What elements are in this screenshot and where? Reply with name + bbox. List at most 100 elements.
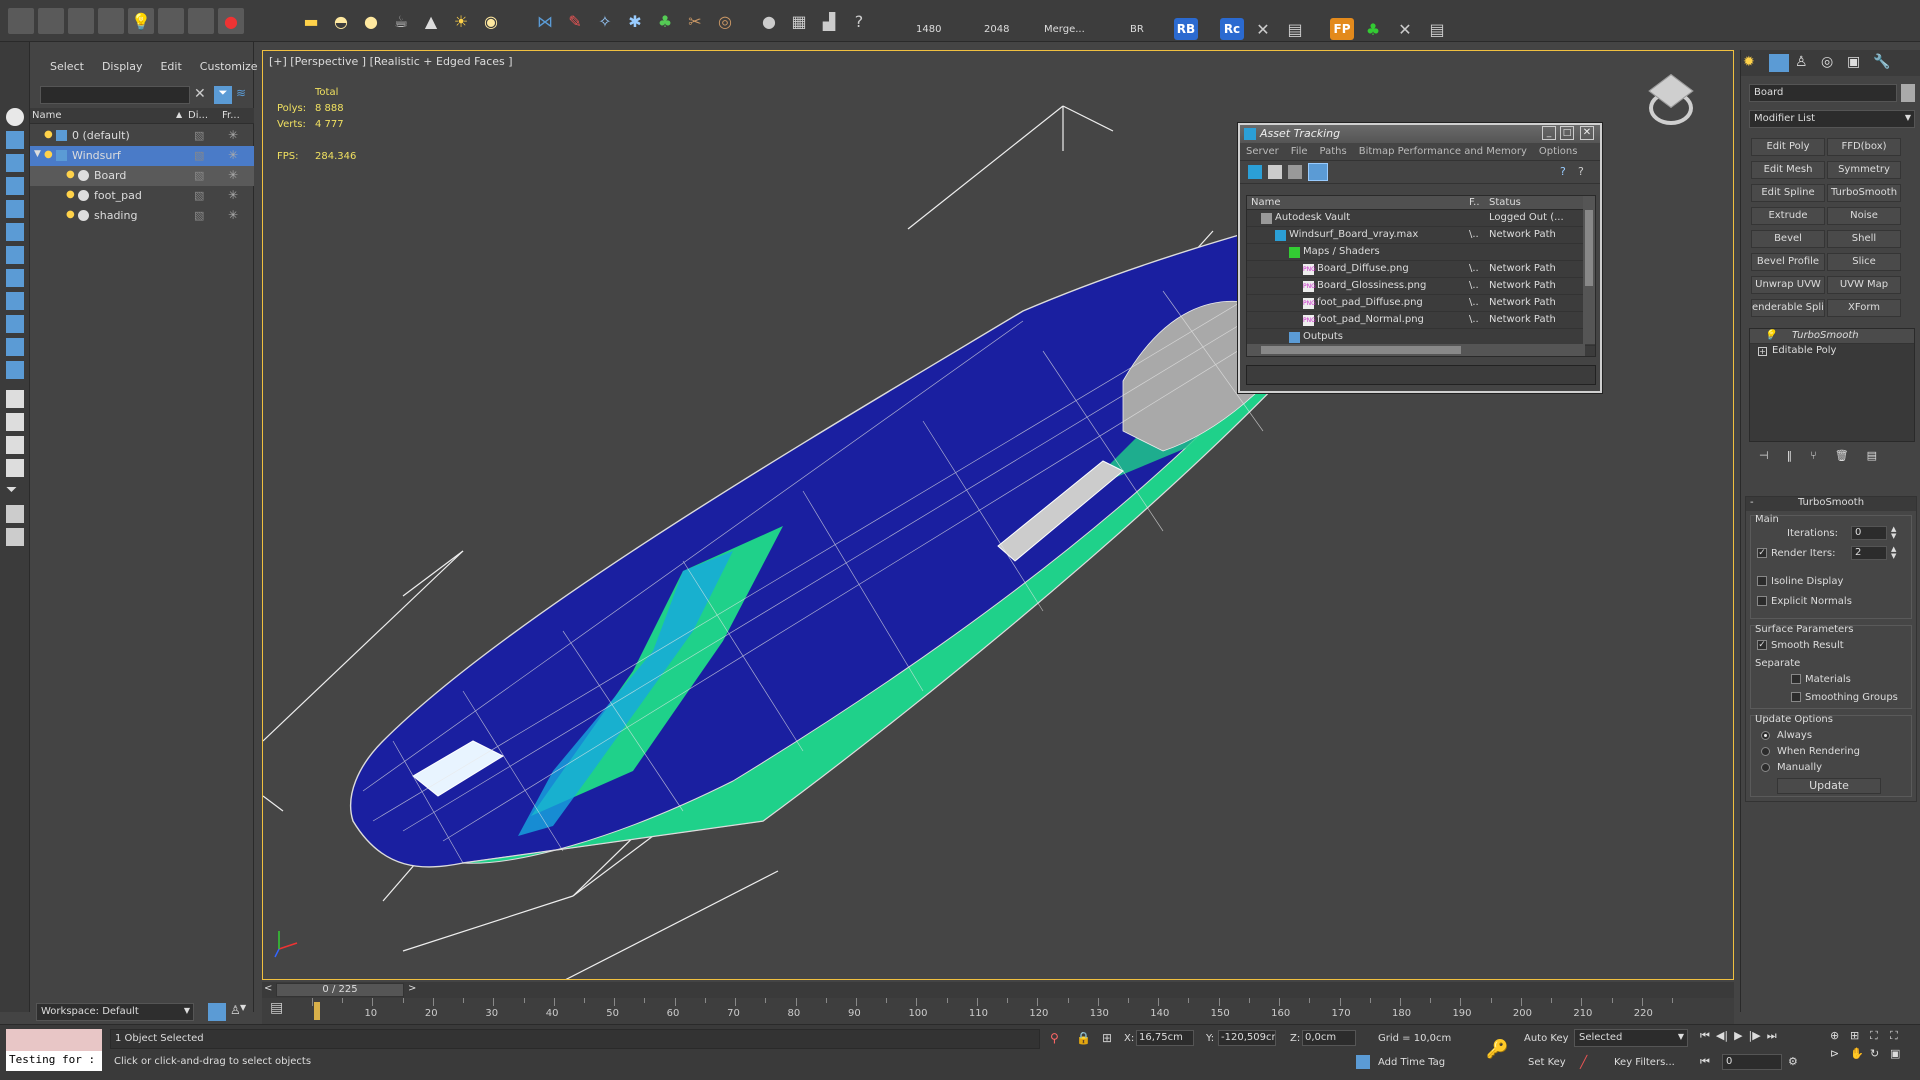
- menu-display[interactable]: Display: [102, 60, 143, 73]
- modifier-button[interactable]: Noise: [1827, 207, 1901, 225]
- spinner-arrows-icon[interactable]: ▲ ▼: [1891, 526, 1896, 540]
- freeze-toggle-icon[interactable]: ✳: [228, 128, 238, 142]
- omni-light-icon[interactable]: ◉: [478, 8, 504, 34]
- resolution-width[interactable]: 1480: [916, 24, 941, 35]
- materials-checkbox[interactable]: [1791, 674, 1806, 685]
- zoom-icon[interactable]: ⊕: [1830, 1029, 1850, 1043]
- table-view-icon[interactable]: [1308, 163, 1328, 181]
- xref-filter-icon[interactable]: [6, 292, 24, 310]
- render-setup-icon[interactable]: [8, 8, 34, 34]
- menu-select[interactable]: Select: [50, 60, 84, 73]
- rendered-frame-icon[interactable]: [38, 8, 64, 34]
- menu-server[interactable]: Server: [1246, 146, 1279, 157]
- spinner-arrows-icon[interactable]: ▲ ▼: [1891, 546, 1896, 560]
- viewcube[interactable]: [1641, 73, 1701, 133]
- modifier-button[interactable]: TurboSmooth: [1827, 184, 1901, 202]
- column-asset-name[interactable]: Name: [1251, 197, 1281, 208]
- maximize-icon[interactable]: □: [1560, 126, 1574, 140]
- stack-item-editable-poly[interactable]: + Editable Poly: [1750, 344, 1914, 359]
- asset-hscrollbar[interactable]: [1247, 344, 1585, 356]
- invert-filter-icon[interactable]: [6, 459, 24, 477]
- modifier-button[interactable]: Bevel Profile: [1751, 253, 1825, 271]
- cone-icon[interactable]: ▲: [418, 8, 444, 34]
- minimize-icon[interactable]: _: [1542, 126, 1556, 140]
- goto-start-icon[interactable]: ⏮: [1700, 1029, 1710, 1043]
- isolate-selection-icon[interactable]: ⚲: [1050, 1031, 1059, 1045]
- z-coordinate-field[interactable]: 0,0cm: [1302, 1030, 1356, 1046]
- column-freeze[interactable]: Fr...: [222, 110, 240, 121]
- mesh-icon[interactable]: ⋈: [532, 8, 558, 34]
- helper-filter-icon[interactable]: [6, 223, 24, 241]
- fov-icon[interactable]: ⊳: [1830, 1047, 1850, 1060]
- asset-row[interactable]: Autodesk Vault Logged Out (...: [1247, 210, 1595, 227]
- refresh-icon[interactable]: [1248, 165, 1262, 179]
- key-mode-icon[interactable]: ⏮: [1700, 1055, 1710, 1069]
- modifier-button[interactable]: FFD(box): [1827, 138, 1901, 156]
- key-selection-dropdown[interactable]: Selected ▼: [1574, 1029, 1688, 1047]
- play-icon[interactable]: ▶: [1734, 1029, 1742, 1043]
- filter-icon[interactable]: ⏷: [214, 86, 232, 104]
- maxscript-input[interactable]: Testing for :: [6, 1051, 102, 1071]
- pan-icon[interactable]: ✋: [1850, 1047, 1870, 1060]
- maximize-viewport-icon[interactable]: ▣: [1890, 1047, 1910, 1060]
- menu-file[interactable]: File: [1291, 146, 1308, 157]
- fp-badge[interactable]: FP: [1330, 18, 1354, 40]
- scene-tree-row[interactable]: ● 0 (default) ▧ ✳: [30, 126, 254, 146]
- explicit-normals-checkbox[interactable]: [1757, 596, 1772, 607]
- list-icon[interactable]: ▤: [1282, 16, 1308, 42]
- cloth-icon[interactable]: ✧: [592, 8, 618, 34]
- merge-button[interactable]: Merge...: [1044, 24, 1085, 35]
- display-toggle-icon[interactable]: ▧: [194, 129, 204, 142]
- display-toggle-icon[interactable]: ▧: [194, 169, 204, 182]
- zoom-all-icon[interactable]: ⊞: [1850, 1029, 1870, 1043]
- tools2-icon[interactable]: ✕: [1392, 16, 1418, 42]
- goto-end-icon[interactable]: ⏭: [1767, 1029, 1777, 1043]
- clear-search-icon[interactable]: ✕: [194, 86, 206, 102]
- column-display[interactable]: Di...: [188, 110, 208, 121]
- asset-row[interactable]: PNG Board_Diffuse.png \.. Network Path: [1247, 261, 1595, 278]
- paint-icon[interactable]: ✎: [562, 8, 588, 34]
- help-icon[interactable]: ?: [1560, 165, 1574, 179]
- workspace-dropdown[interactable]: Workspace: Default ▼: [36, 1003, 194, 1021]
- modifier-button[interactable]: Bevel: [1751, 230, 1825, 248]
- current-frame-marker[interactable]: [314, 1002, 320, 1020]
- current-frame-field[interactable]: 0: [1722, 1054, 1782, 1070]
- object-color-swatch[interactable]: [1901, 84, 1915, 102]
- forest-icon[interactable]: ♣: [1360, 16, 1386, 42]
- geometry-filter-icon[interactable]: [6, 131, 24, 149]
- pin-stack-icon[interactable]: ⊣: [1759, 449, 1769, 463]
- column-status[interactable]: Status: [1489, 197, 1521, 208]
- remove-modifier-icon[interactable]: 🗑: [1835, 449, 1849, 463]
- sun-icon[interactable]: ☀: [448, 8, 474, 34]
- modifier-button[interactable]: Edit Spline: [1751, 184, 1825, 202]
- hidden-filter-icon[interactable]: [6, 390, 24, 408]
- asset-tracking-titlebar[interactable]: Asset Tracking _ □ ✕: [1240, 125, 1600, 143]
- set-key-button[interactable]: Set Key: [1528, 1057, 1566, 1068]
- menu-options[interactable]: Options: [1539, 146, 1578, 157]
- utilities-tab-icon[interactable]: 🔧: [1873, 54, 1893, 72]
- modifier-list-dropdown[interactable]: Modifier List ▼: [1749, 110, 1915, 128]
- create-tab-icon[interactable]: ✹: [1743, 54, 1763, 72]
- lightbulb-icon[interactable]: 💡: [1764, 330, 1776, 341]
- set-key-icon[interactable]: 🔑: [1486, 1039, 1508, 1060]
- tools-icon[interactable]: ✕: [1250, 16, 1276, 42]
- hierarchy-tab-icon[interactable]: ♙: [1795, 54, 1815, 72]
- update-button[interactable]: Update: [1777, 778, 1881, 794]
- time-slider[interactable]: 0 / 225: [276, 983, 404, 997]
- vray-sphere-icon[interactable]: ●: [756, 8, 782, 34]
- camera-filter-icon[interactable]: [6, 200, 24, 218]
- help-icon[interactable]: ?: [846, 8, 872, 34]
- spacewarp-filter-icon[interactable]: [6, 246, 24, 264]
- time-tag-icon[interactable]: [1356, 1055, 1370, 1069]
- shape-filter-icon[interactable]: [6, 154, 24, 172]
- scene-tree-row[interactable]: ▼ ● Windsurf ▧ ✳: [30, 146, 254, 166]
- display-toggle-icon[interactable]: ▧: [194, 189, 204, 202]
- modify-tab-icon[interactable]: [1769, 54, 1789, 72]
- br-button[interactable]: BR: [1130, 24, 1144, 35]
- sync-icon[interactable]: [6, 528, 24, 546]
- bone-filter-icon[interactable]: [6, 315, 24, 333]
- key-filters-button[interactable]: Key Filters...: [1614, 1057, 1675, 1068]
- time-config-icon[interactable]: ⚙: [1788, 1055, 1798, 1068]
- grass-icon[interactable]: ♣: [652, 8, 678, 34]
- maxscript-mini-listener[interactable]: [6, 1029, 102, 1051]
